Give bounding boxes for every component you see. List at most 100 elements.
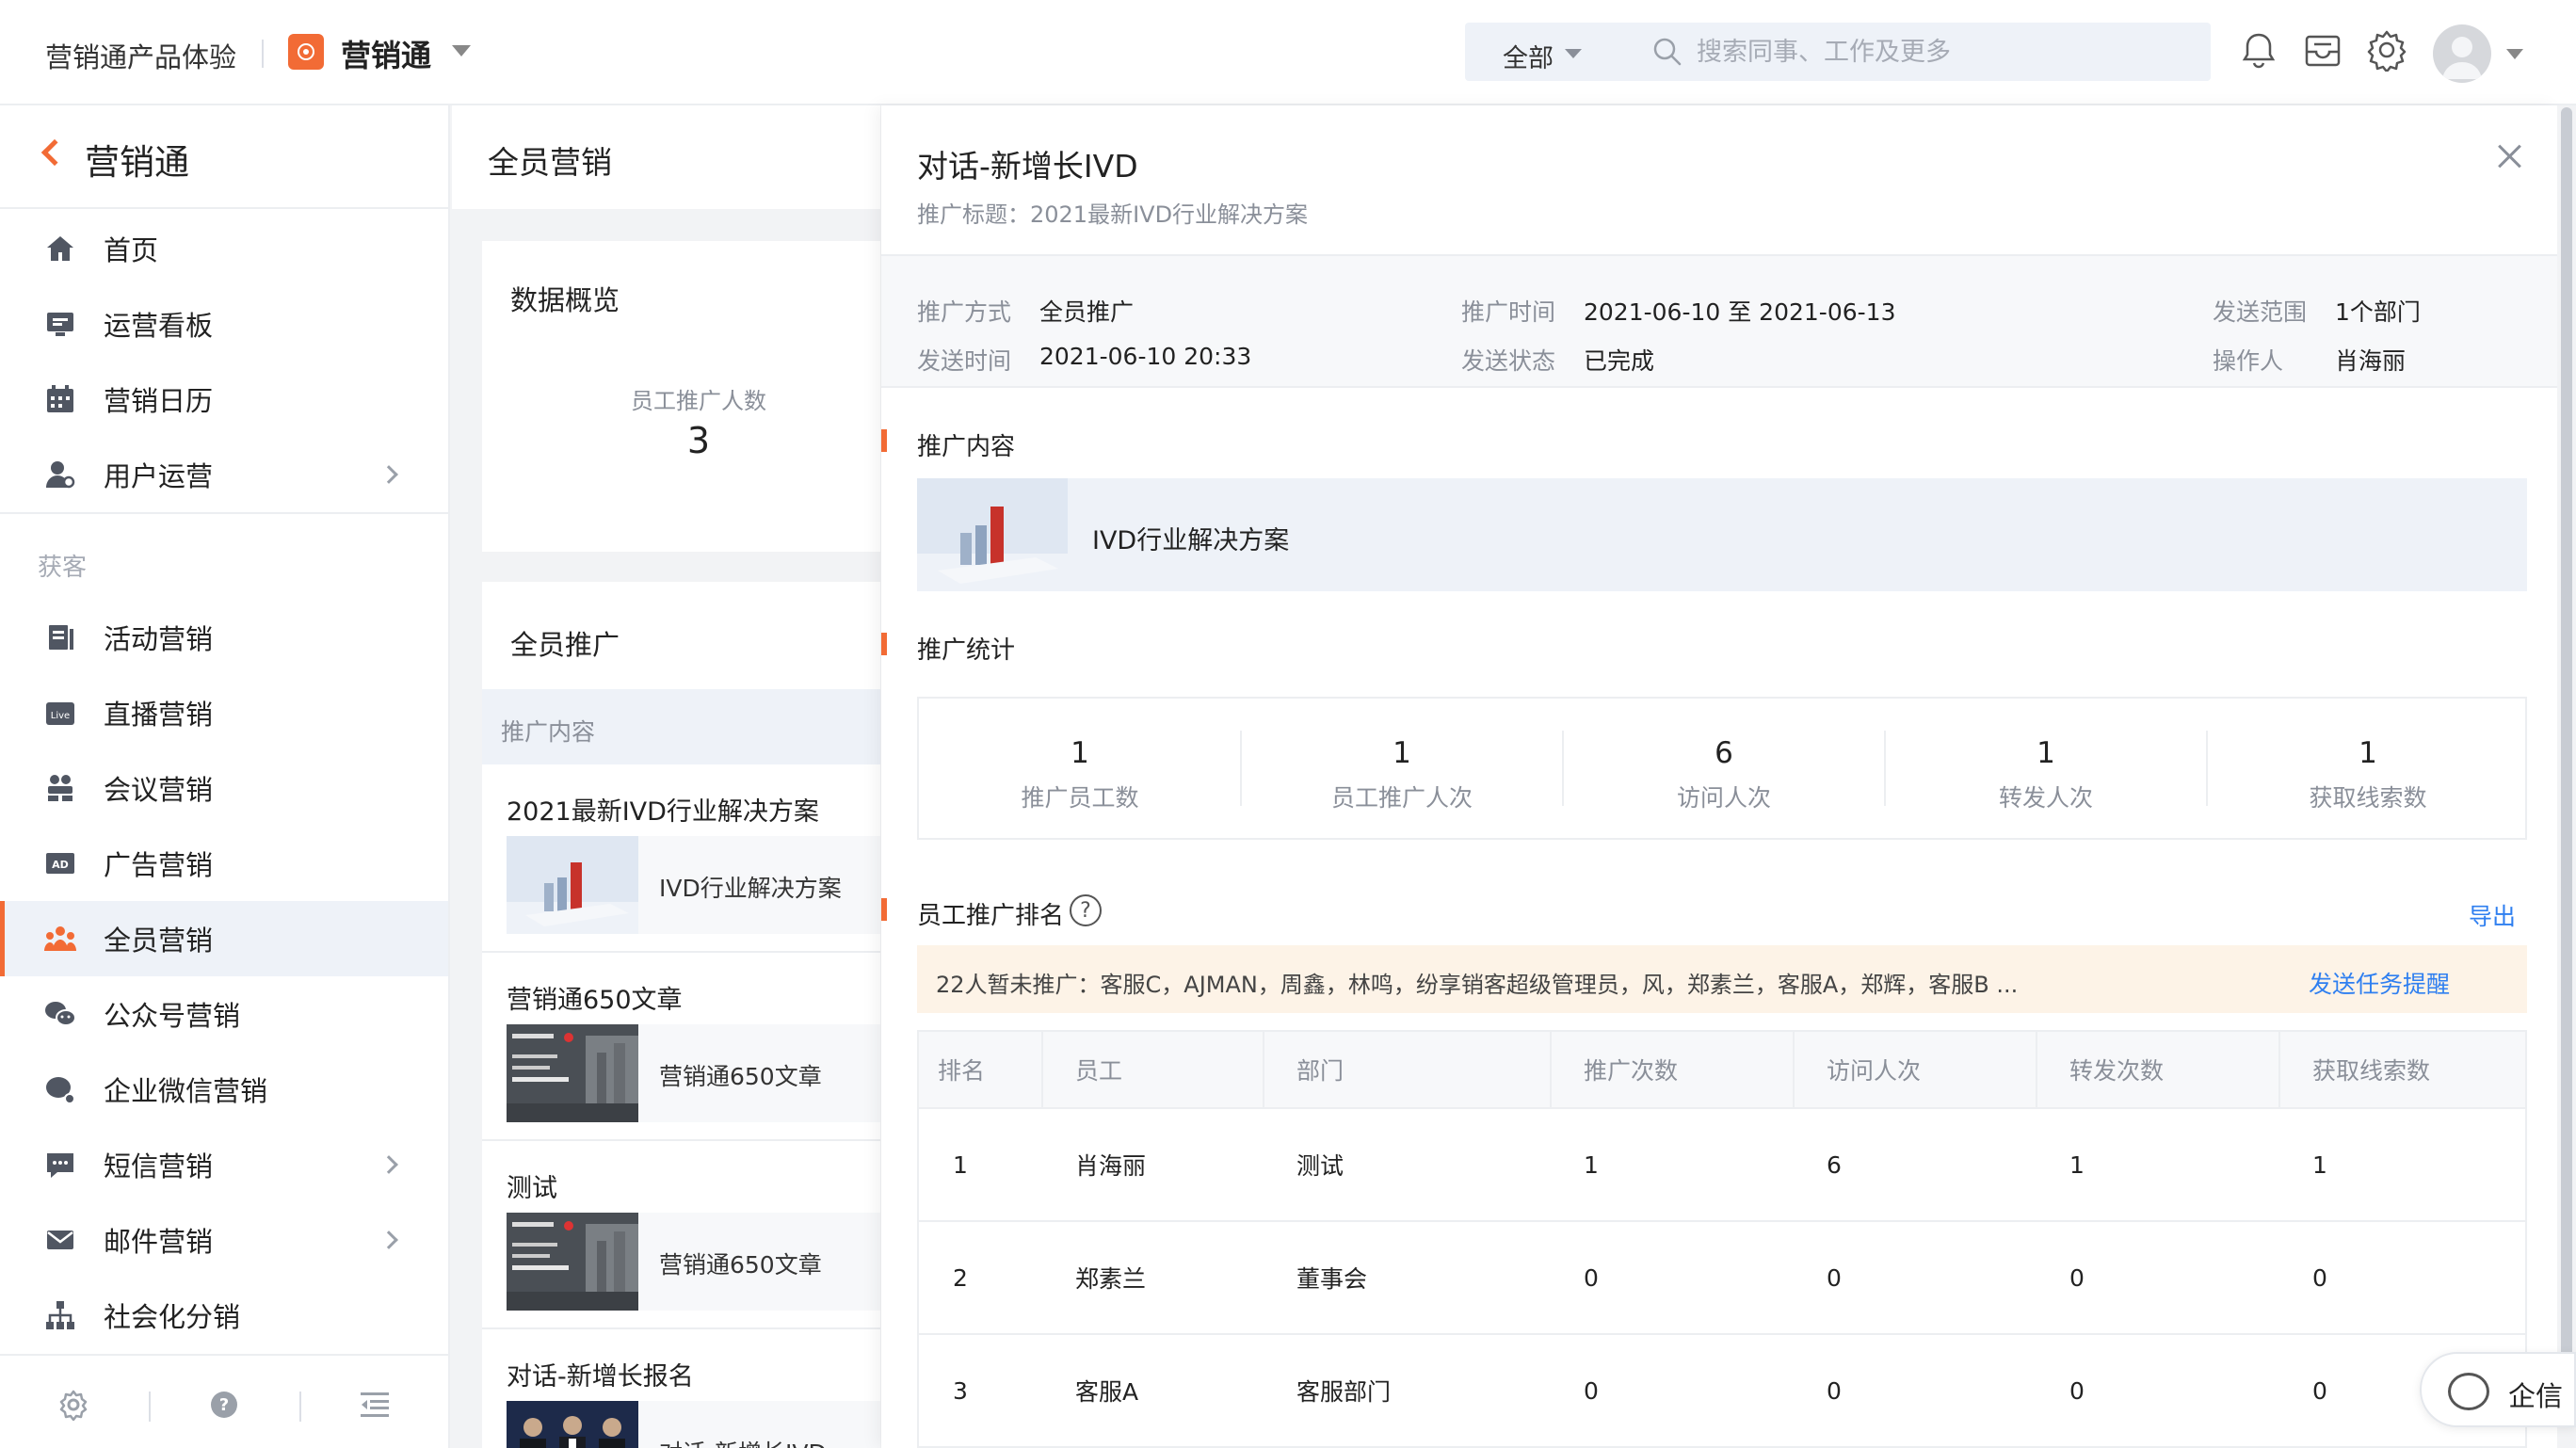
calendar-icon [41, 380, 79, 418]
sidebar-item-sms[interactable]: 短信营销 [0, 1127, 448, 1202]
sidebar-item-user-operation[interactable]: 用户运营 [0, 437, 448, 512]
detail-subtitle: 推广标题：2021最新IVD行业解决方案 [917, 201, 1309, 228]
column-header: 获取线索数 [2312, 1057, 2431, 1085]
sidebar-item-team-marketing[interactable]: 全员营销 [0, 901, 448, 976]
bell-icon[interactable] [2235, 26, 2282, 73]
employee-cell: 肖海丽 [1075, 1152, 1147, 1180]
sidebar-item-label: 邮件营销 [104, 1226, 214, 1258]
detail-scrollbar[interactable] [2557, 105, 2576, 1448]
stat-leads: 1 获取线索数 [2207, 699, 2529, 838]
promotion-list-item[interactable]: 营销通650文章 营销通650文章 [482, 955, 880, 1141]
export-link[interactable]: 导出 [2469, 898, 2516, 932]
promotion-item-title: 对话-新增长报名 [507, 1362, 694, 1392]
sidebar-group-label: 获客 [38, 554, 88, 582]
promotion-item-content: IVD行业解决方案 [507, 836, 880, 934]
topbar-divider [262, 40, 264, 68]
sidebar-item-work-wechat[interactable]: 企业微信营销 [0, 1052, 448, 1127]
app-switcher-caret-icon[interactable] [452, 45, 471, 56]
help-circle-icon[interactable]: ? [1070, 894, 1102, 926]
send-reminder-link[interactable]: 发送任务提醒 [2309, 966, 2450, 1000]
collapse-menu-icon[interactable] [358, 1388, 392, 1422]
sidebar: 营销通 首页 运营看板 营销日历 用户运营 获客 活动营销 Live 直播营销 … [0, 105, 450, 1448]
app-logo-icon[interactable] [288, 34, 324, 70]
visits-cell: 6 [1827, 1150, 1842, 1179]
search-icon [1651, 36, 1683, 72]
section-marker [881, 429, 887, 452]
promotion-stats: 1 推广员工数 1 员工推广人次 6 访问人次 1 转发人次 1 获取线索数 [917, 697, 2527, 840]
section-title-stats: 推广统计 [917, 636, 1016, 665]
table-header: 排名 员工 部门 推广次数 访问人次 转发次数 获取线索数 [919, 1032, 2525, 1109]
search-input[interactable] [1697, 32, 2186, 72]
team-marketing-list-panel: 全员营销 数据概览 员工推广人数 3 全员推广 推广内容 2021最新IVD行业… [452, 105, 880, 1448]
gear-icon[interactable] [2363, 26, 2410, 73]
table-row[interactable]: 2 郑素兰 董事会 0 0 0 0 [919, 1222, 2525, 1335]
chevron-down-icon[interactable] [1565, 49, 1582, 58]
promotion-list-title: 全员推广 [510, 629, 620, 661]
promotion-item-content: 对话-新增长IVD [507, 1401, 880, 1448]
promotion-content-card[interactable]: IVD行业解决方案 [917, 478, 2527, 591]
inbox-icon[interactable] [2299, 26, 2346, 73]
app-switcher-label[interactable]: 营销通 [341, 32, 431, 75]
stat-label: 转发人次 [1998, 784, 2093, 812]
sidebar-item-ad[interactable]: AD 广告营销 [0, 826, 448, 901]
chat-float-button[interactable]: 企信 [2420, 1352, 2576, 1427]
sidebar-item-calendar[interactable]: 营销日历 [0, 362, 448, 437]
column-header: 访问人次 [1827, 1057, 1922, 1085]
live-icon: Live [41, 694, 79, 732]
article-thumbnail-image [507, 1213, 638, 1311]
sidebar-item-label: 营销日历 [104, 385, 214, 417]
scrollbar-thumb[interactable] [2561, 107, 2572, 1425]
chevron-down-icon[interactable] [2506, 49, 2523, 59]
department-cell: 董事会 [1296, 1265, 1368, 1293]
product-name[interactable]: 营销通产品体验 [45, 36, 236, 75]
column-header: 部门 [1296, 1057, 1344, 1085]
sidebar-item-dashboard[interactable]: 运营看板 [0, 286, 448, 362]
stat-value: 1 [1393, 736, 1411, 770]
activity-icon [41, 619, 79, 656]
ad-icon: AD [41, 845, 79, 882]
rank-cell: 2 [953, 1263, 968, 1292]
search-scope-select[interactable]: 全部 [1503, 38, 1554, 74]
org-tree-icon [41, 1296, 79, 1334]
meta-label: 发送时间 [917, 347, 1012, 375]
help-icon[interactable]: ? [207, 1388, 241, 1422]
meta-value: 1个部门 [2335, 298, 2421, 326]
promotion-list-item[interactable]: 2021最新IVD行业解决方案 IVD行业解决方案 [482, 766, 880, 953]
sidebar-item-activity[interactable]: 活动营销 [0, 600, 448, 675]
meta-value: 已完成 [1584, 347, 1655, 375]
detail-title: 对话-新增长IVD [917, 148, 1138, 185]
sidebar-item-label: 广告营销 [104, 849, 214, 881]
mail-icon [41, 1221, 79, 1259]
stat-value: 6 [1715, 736, 1733, 770]
promotions-cell: 1 [1584, 1150, 1599, 1179]
user-avatar[interactable] [2433, 24, 2491, 83]
sidebar-item-label: 首页 [104, 234, 159, 266]
settings-icon[interactable] [56, 1388, 90, 1422]
promotion-list-item[interactable]: 对话-新增长报名 对话-新增长IVD [482, 1331, 880, 1448]
table-row[interactable]: 1 肖海丽 测试 1 6 1 1 [919, 1109, 2525, 1222]
sidebar-item-label: 活动营销 [104, 623, 214, 655]
stat-label: 访问人次 [1676, 784, 1771, 812]
chat-float-label: 企信 [2508, 1380, 2564, 1412]
sidebar-item-live[interactable]: Live 直播营销 [0, 675, 448, 750]
promotion-item-title: 营销通650文章 [507, 986, 683, 1015]
column-divider [1793, 1032, 1795, 1109]
global-search: 全部 [1465, 23, 2211, 81]
column-divider [2036, 1032, 2037, 1109]
promotion-list-item[interactable]: 测试 营销通650文章 [482, 1143, 880, 1329]
close-icon[interactable] [2491, 137, 2529, 175]
sidebar-item-mail[interactable]: 邮件营销 [0, 1202, 448, 1278]
back-arrow-icon[interactable] [40, 138, 69, 167]
chevron-right-icon [379, 465, 398, 484]
table-row[interactable]: 3 客服A 客服部门 0 0 0 0 [919, 1335, 2525, 1448]
sidebar-item-distribution[interactable]: 社会化分销 [0, 1278, 448, 1353]
sidebar-item-home[interactable]: 首页 [0, 211, 448, 286]
promotion-item-name: IVD行业解决方案 [659, 875, 842, 902]
meta-label: 操作人 [2213, 347, 2284, 375]
home-icon [41, 230, 79, 267]
visits-cell: 0 [1827, 1263, 1842, 1292]
promotion-content-name: IVD行业解决方案 [1092, 526, 1290, 555]
sidebar-item-meeting[interactable]: 会议营销 [0, 750, 448, 826]
promotion-item-name: 对话-新增长IVD [659, 1435, 827, 1448]
sidebar-item-wechat[interactable]: 公众号营销 [0, 976, 448, 1052]
